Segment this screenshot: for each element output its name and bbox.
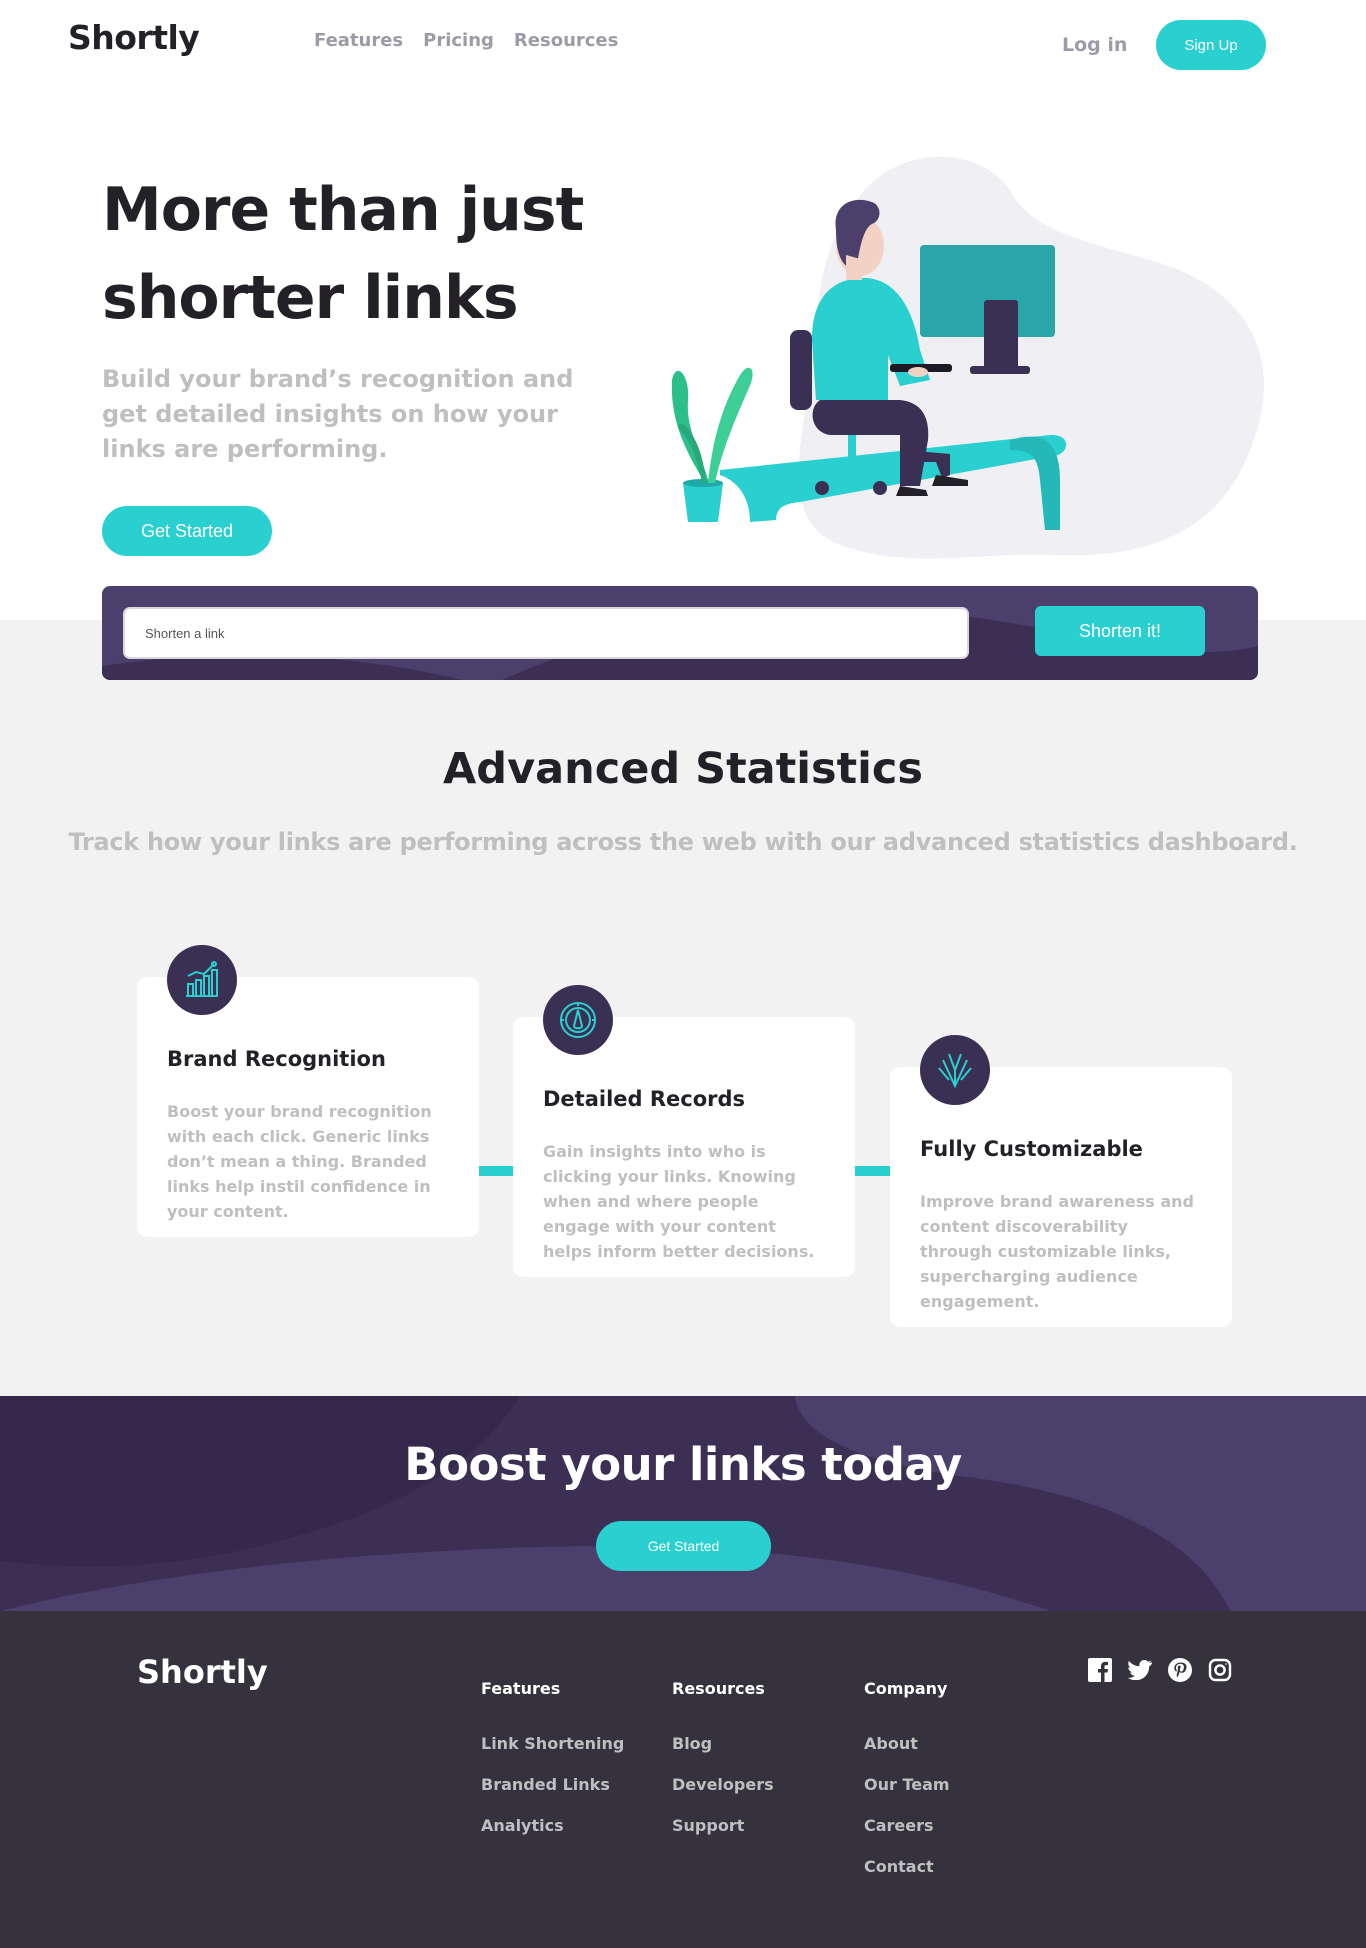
footer-column-heading: Resources	[672, 1679, 765, 1698]
working-illustration	[650, 150, 1280, 570]
footer-column-resources: Resources Blog Developers Support	[672, 1679, 774, 1857]
nav-link-pricing[interactable]: Pricing	[423, 30, 494, 51]
site-header: Shortly Features Pricing Resources Log i…	[0, 0, 1366, 90]
boost-title: Boost your links today	[404, 1438, 962, 1491]
facebook-icon[interactable]	[1087, 1657, 1112, 1682]
footer-link[interactable]: Analytics	[481, 1816, 624, 1835]
feature-card-detailed-records: Detailed Records Gain insights into who …	[513, 985, 855, 1277]
brand-recognition-icon	[167, 945, 237, 1015]
pinterest-icon[interactable]	[1167, 1657, 1192, 1682]
shorten-it-button[interactable]: Shorten it!	[1035, 606, 1205, 656]
hero-title: More than just shorter links	[102, 175, 584, 333]
feature-card-brand-recognition: Brand Recognition Boost your brand recog…	[137, 945, 479, 1237]
boost-get-started-button[interactable]: Get Started	[596, 1521, 771, 1571]
hero-subtitle: Build your brand’s recognition and get d…	[102, 365, 574, 463]
footer-logo[interactable]: Shortly	[137, 1653, 268, 1691]
detailed-records-icon	[543, 985, 613, 1055]
login-link[interactable]: Log in	[1062, 34, 1127, 56]
footer-link[interactable]: Our Team	[864, 1775, 950, 1794]
signup-button[interactable]: Sign Up	[1156, 20, 1266, 70]
footer-column-heading: Company	[864, 1679, 948, 1698]
main-nav: Features Pricing Resources	[314, 30, 618, 51]
statistics-title: Advanced Statistics	[443, 744, 923, 794]
logo[interactable]: Shortly	[68, 18, 200, 57]
footer-link[interactable]: Developers	[672, 1775, 774, 1794]
feature-card-text: Gain insights into who is clicking your …	[543, 1142, 815, 1261]
footer-link[interactable]: Careers	[864, 1816, 950, 1835]
boost-section: Boost your links today Get Started	[0, 1396, 1366, 1611]
feature-card-text: Improve brand awareness and content disc…	[920, 1192, 1194, 1311]
social-links	[1087, 1657, 1232, 1682]
hero-get-started-button[interactable]: Get Started	[102, 506, 272, 556]
site-footer: Shortly Features Link Shortening Branded…	[0, 1611, 1366, 1948]
instagram-icon[interactable]	[1207, 1657, 1232, 1682]
footer-link[interactable]: Branded Links	[481, 1775, 624, 1794]
shorten-form: Shorten it!	[102, 586, 1258, 680]
footer-column-heading: Features	[481, 1679, 561, 1698]
footer-link[interactable]: About	[864, 1734, 950, 1753]
feature-card-title: Detailed Records	[543, 1087, 746, 1111]
footer-column-company: Company About Our Team Careers Contact	[864, 1679, 950, 1898]
footer-column-features: Features Link Shortening Branded Links A…	[481, 1679, 624, 1857]
card-connector	[478, 1166, 513, 1176]
feature-card-title: Fully Customizable	[920, 1137, 1143, 1161]
footer-link[interactable]: Blog	[672, 1734, 774, 1753]
feature-card-fully-customizable: Fully Customizable Improve brand awarene…	[890, 1035, 1232, 1327]
nav-link-resources[interactable]: Resources	[514, 30, 618, 51]
footer-link[interactable]: Support	[672, 1816, 774, 1835]
statistics-subtitle: Track how your links are performing acro…	[68, 828, 1298, 856]
footer-link[interactable]: Link Shortening	[481, 1734, 624, 1753]
feature-card-title: Brand Recognition	[167, 1047, 386, 1071]
fully-customizable-icon	[920, 1035, 990, 1105]
card-connector	[855, 1166, 890, 1176]
nav-link-features[interactable]: Features	[314, 30, 403, 51]
footer-link[interactable]: Contact	[864, 1857, 950, 1876]
feature-card-text: Boost your brand recognition with each c…	[167, 1102, 432, 1221]
twitter-icon[interactable]	[1127, 1657, 1152, 1682]
shorten-link-input[interactable]	[123, 607, 969, 659]
